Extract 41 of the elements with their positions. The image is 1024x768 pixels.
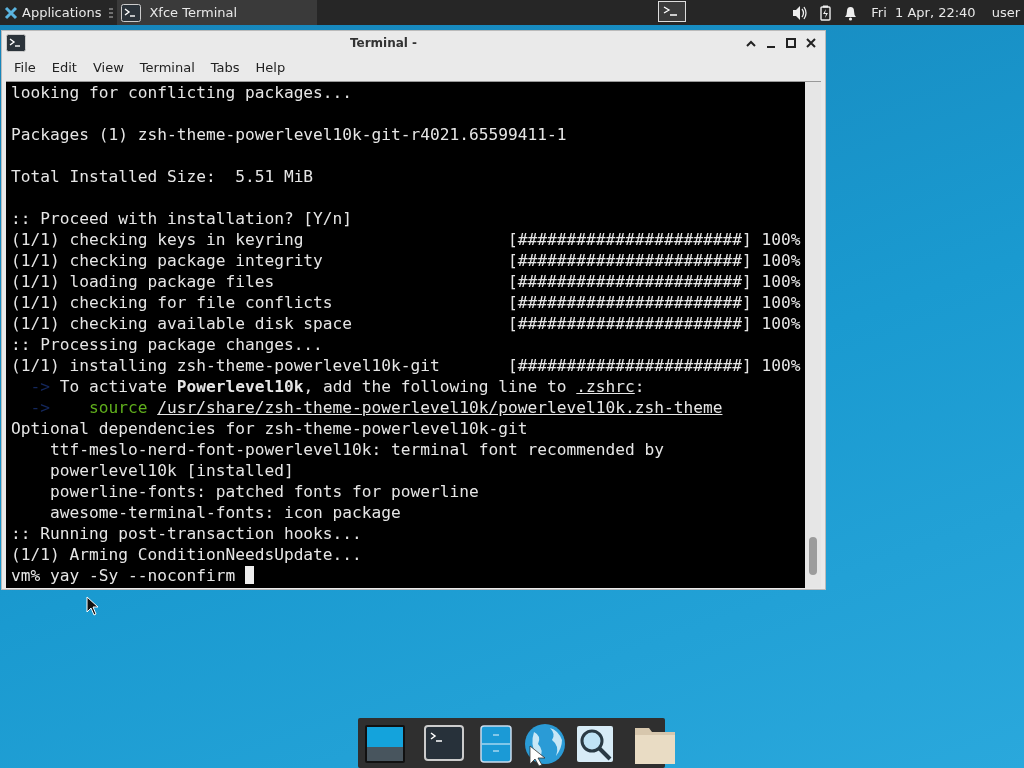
terminal-line: :: Proceed with installation? [Y/n] bbox=[11, 208, 354, 229]
terminal-line: Packages (1) zsh-theme-powerlevel10k-git-r4021.65599411-1 bbox=[11, 124, 568, 145]
close-icon[interactable] bbox=[805, 37, 817, 49]
terminal-line: (1/1) checking keys in keyring [#######################] 100% bbox=[11, 229, 802, 250]
terminal-line: Optional dependencies for zsh-theme-powerlevel10k-git bbox=[11, 418, 529, 439]
scrollbar[interactable] bbox=[805, 82, 821, 588]
terminal-line: (1/1) installing zsh-theme-powerlevel10k-git [#######################] 100% bbox=[11, 355, 802, 376]
terminal-line: looking for conflicting packages... bbox=[11, 82, 354, 103]
terminal-line: (1/1) checking available disk space [#######################] 100% bbox=[11, 313, 802, 334]
menu-item[interactable]: Edit bbox=[43, 58, 85, 78]
mouse-pointer-icon bbox=[86, 596, 99, 616]
applications-menu-button[interactable]: Applications bbox=[0, 0, 106, 25]
terminal-line: (1/1) loading package files [#######################] 100% bbox=[11, 271, 802, 292]
clock[interactable]: Fri 1 Apr, 22:40 bbox=[871, 2, 976, 23]
workspace-switcher[interactable] bbox=[658, 1, 686, 22]
maximize-icon[interactable] bbox=[785, 37, 797, 49]
terminal-icon bbox=[6, 34, 26, 52]
menu-item[interactable]: Tabs bbox=[202, 58, 248, 78]
xfce-logo-icon bbox=[4, 5, 18, 20]
user-menu[interactable]: user bbox=[991, 2, 1020, 23]
terminal-line: powerlevel10k [installed] bbox=[48, 460, 295, 481]
menu-item[interactable]: Terminal bbox=[131, 58, 203, 78]
menu-item[interactable]: Help bbox=[247, 58, 294, 78]
terminal-icon bbox=[121, 3, 142, 22]
terminal-line: -> source /usr/share/zsh-theme-powerlevel10k/powerlevel10k.zsh-theme bbox=[29, 397, 724, 418]
terminal-line: :: Processing package changes... bbox=[11, 334, 324, 355]
terminal-line: -> To activate Powerlevel10k, add the following line to .zshrc: bbox=[29, 376, 646, 397]
terminal-line: Total Installed Size: 5.51 MiB bbox=[11, 166, 315, 187]
terminal-line: ttf-meslo-nerd-font-powerlevel10k: terminal font recommended by bbox=[48, 439, 665, 460]
terminal-line: (1/1) checking for file conflicts [#######################] 100% bbox=[11, 292, 802, 313]
terminal-line: :: Running post-transaction hooks... bbox=[11, 523, 363, 544]
terminal-line: (1/1) checking package integrity [#######################] 100% bbox=[11, 250, 802, 271]
volume-icon[interactable] bbox=[792, 4, 810, 21]
menu-item[interactable]: View bbox=[84, 58, 132, 78]
taskbar-button[interactable]: Xfce Terminal bbox=[117, 0, 318, 25]
terminal-line: vm% yay -Sy --noconfirm bbox=[11, 565, 805, 586]
terminal-line: (1/1) Arming ConditionNeedsUpdate... bbox=[11, 544, 363, 565]
terminal-line: awesome-terminal-fonts: icon package bbox=[48, 502, 402, 523]
terminal-line: powerline-fonts: patched fonts for powerline bbox=[48, 481, 480, 502]
window-title: Terminal - bbox=[348, 35, 419, 52]
menu-item[interactable]: File bbox=[6, 58, 44, 78]
